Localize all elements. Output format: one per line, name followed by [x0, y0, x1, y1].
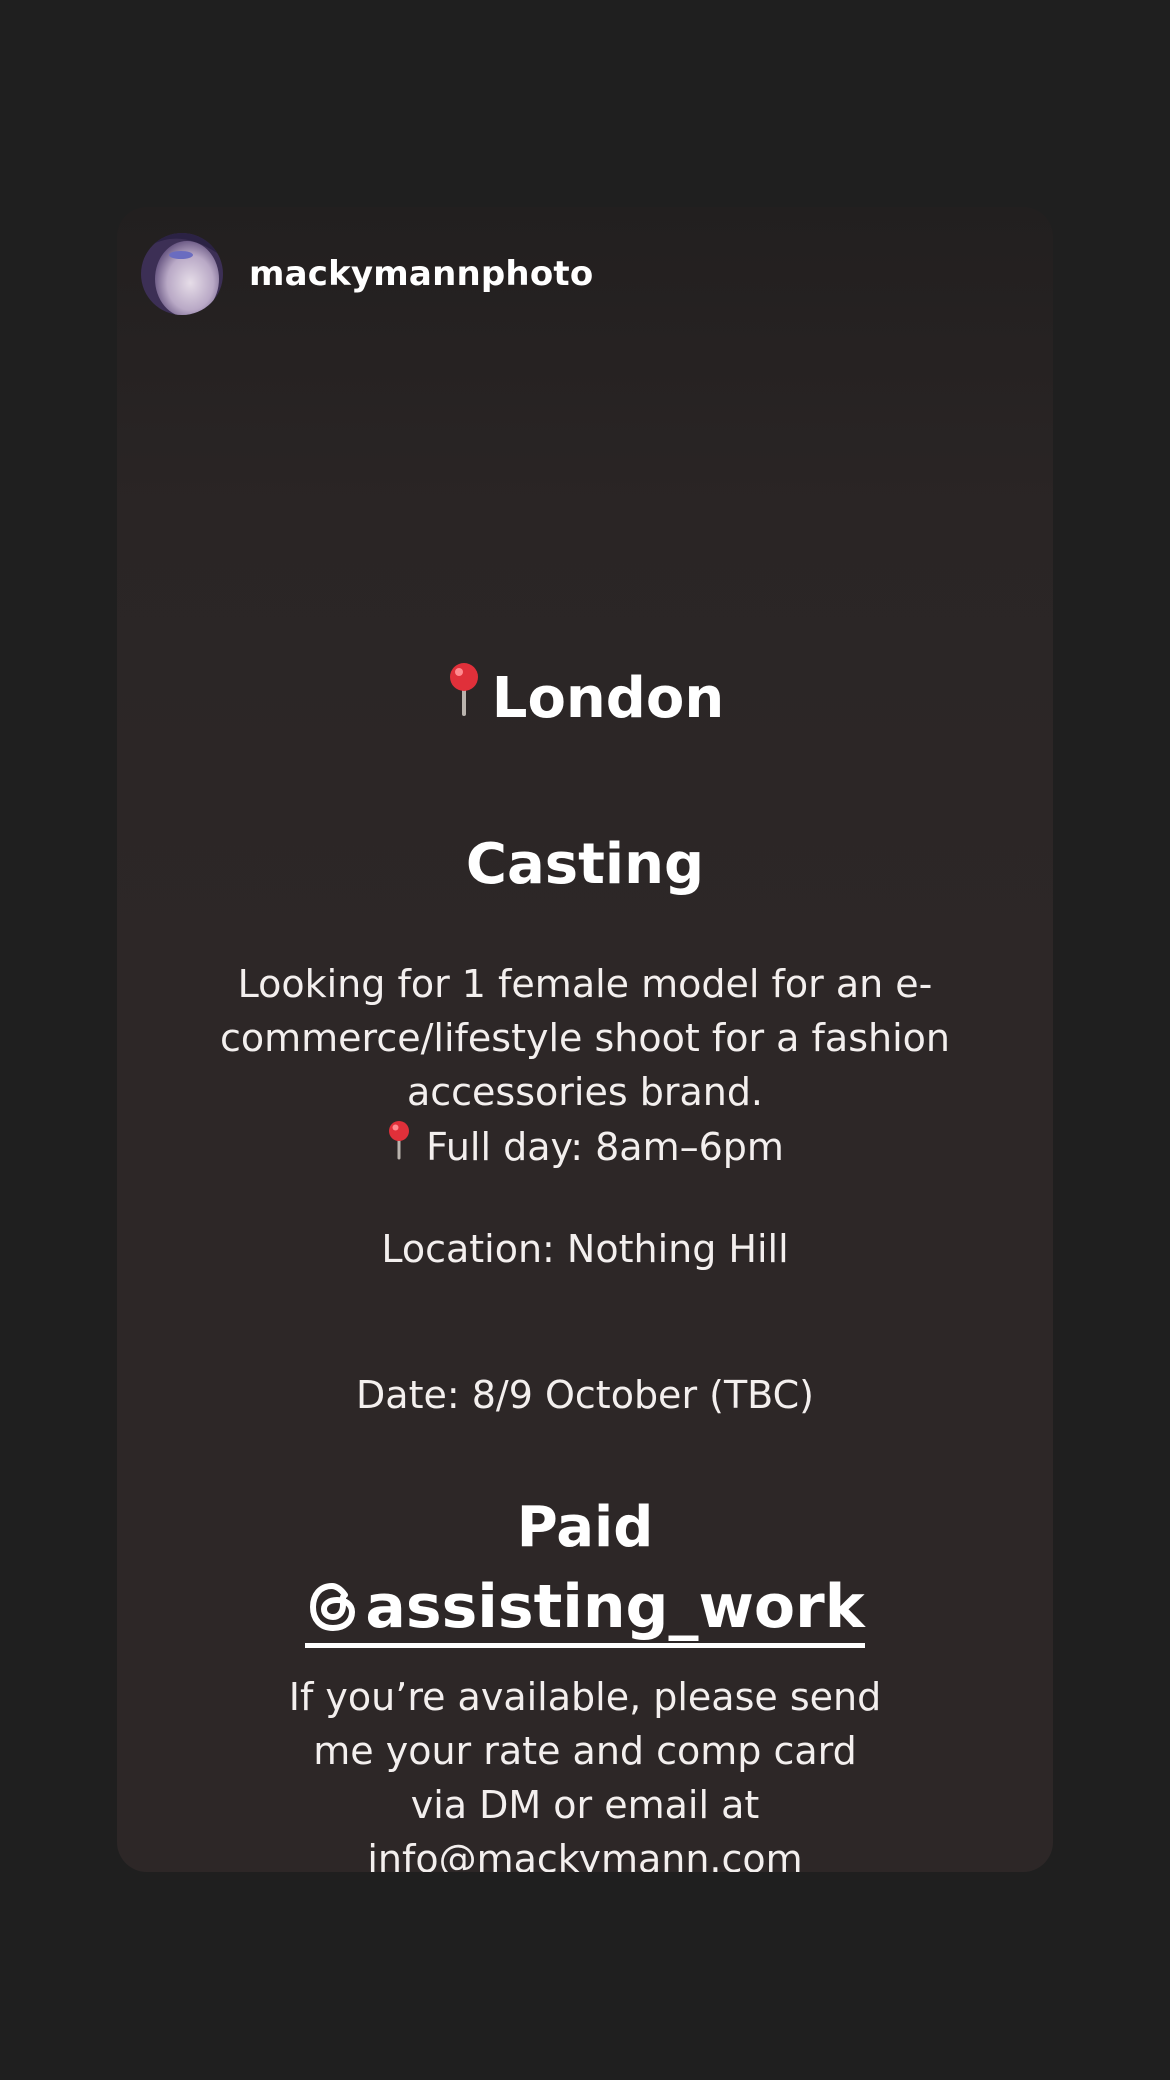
description-line: accessories brand. [406, 1070, 764, 1114]
email-address: info@mackymann.com [367, 1837, 803, 1872]
city-line: London [117, 659, 1053, 742]
paid-label: Paid [516, 1495, 654, 1560]
description-line: Looking for 1 female model for an e- [237, 962, 933, 1006]
story-card: mackymannphoto London Casting Looking fo… [117, 207, 1053, 1872]
location-line: Location: Nothing Hill [381, 1227, 789, 1271]
username[interactable]: mackymannphoto [249, 254, 593, 294]
cta-line: via DM or email at [410, 1783, 760, 1827]
casting-heading: Casting [465, 832, 705, 897]
date-line: Date: 8/9 October (TBC) [356, 1373, 814, 1417]
story-header: mackymannphoto [141, 232, 593, 316]
round-pushpin-icon [386, 1120, 412, 1174]
avatar-image [141, 233, 223, 315]
full-day-text: Full day: 8am–6pm [426, 1125, 784, 1169]
mention-handle: assisting_work [365, 1572, 865, 1642]
threads-icon [310, 1583, 356, 1631]
cta-line: me your rate and comp card [313, 1729, 857, 1773]
cta-line: If you’re available, please send [288, 1675, 882, 1719]
avatar[interactable] [141, 233, 223, 315]
city-label: London [491, 666, 725, 731]
call-to-action: If you’re available, please send me your… [117, 1670, 1053, 1872]
description-line: commerce/lifestyle shoot for a fashion [220, 1016, 950, 1060]
mention-row: assisting_work [117, 1571, 1053, 1670]
mention-sticker[interactable]: assisting_work [305, 1571, 865, 1648]
description: Looking for 1 female model for an e- com… [117, 957, 1053, 1119]
full-day-line: Full day: 8am–6pm [117, 1120, 1053, 1177]
round-pushpin-icon [446, 658, 482, 738]
